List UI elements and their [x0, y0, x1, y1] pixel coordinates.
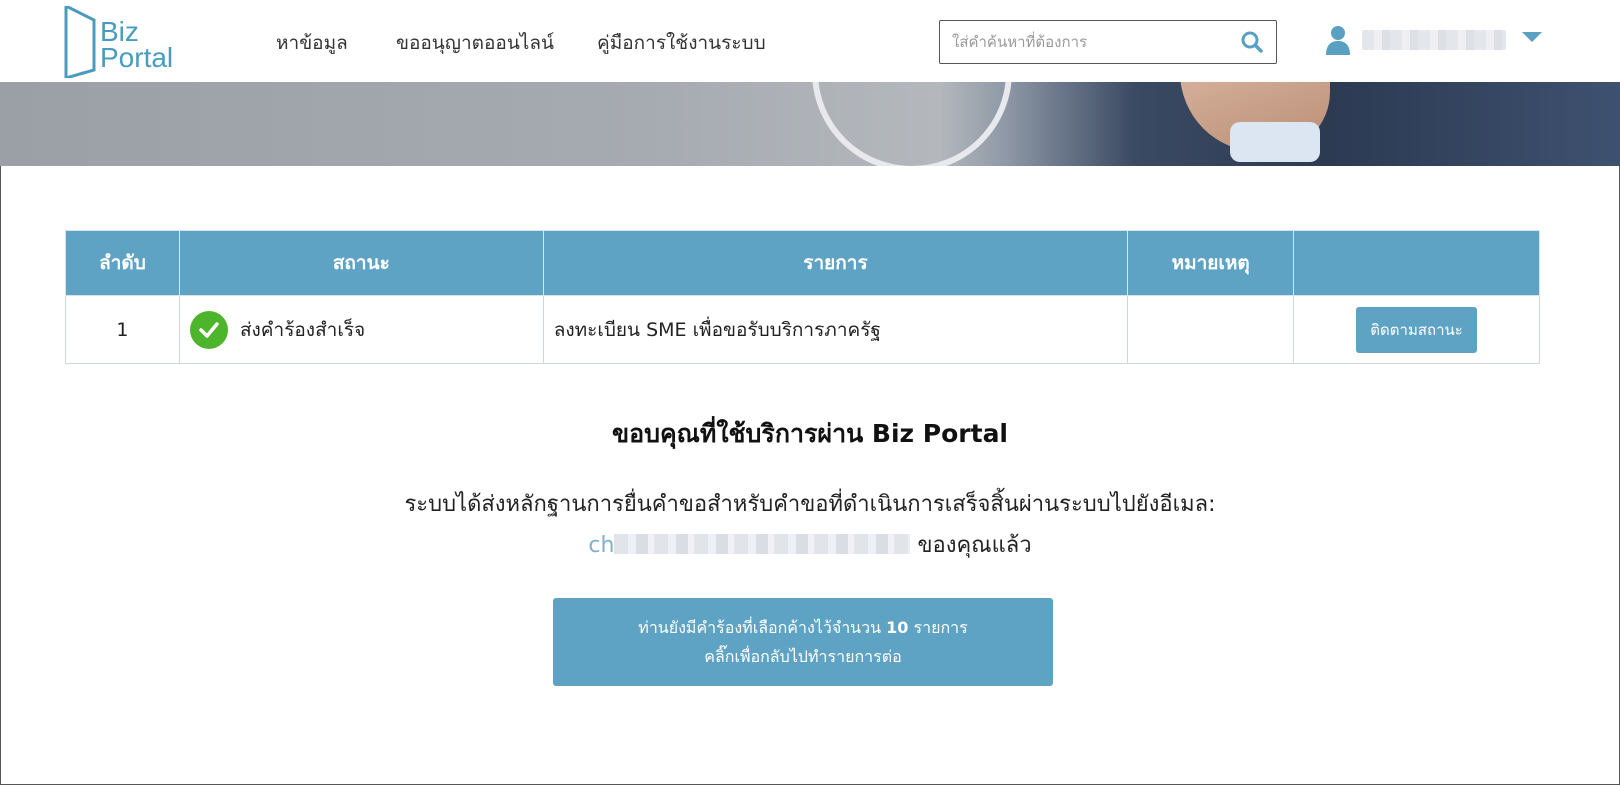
confirmation-message: ระบบได้ส่งหลักฐานการยื่นคำขอสำหรับคำขอที… [404, 492, 1216, 517]
row-note [1127, 295, 1295, 364]
top-header: Biz Portal หาข้อมูล ขออนุญาตออนไลน์ คู่ม… [0, 0, 1620, 82]
pending-line-1: ท่านยังมีคำร้องที่เลือกค้างไว้จำนวน 10 ร… [553, 613, 1053, 642]
banner-cuff-graphic [1230, 122, 1320, 162]
track-status-button[interactable]: ติดตามสถานะ [1356, 306, 1477, 353]
search-icon[interactable] [1240, 30, 1264, 54]
confirmation-email-line: ch ของคุณแล้ว [0, 527, 1620, 562]
email-suffix: ของคุณแล้ว [917, 533, 1032, 558]
logo-text-portal: Portal [100, 42, 174, 73]
search-input[interactable] [952, 29, 1232, 55]
pending-suffix: รายการ [913, 618, 968, 637]
request-status-table: ลำดับ สถานะ รายการ หมายเหตุ 1 ส่งคำร้องส… [65, 230, 1540, 364]
banner-ring-graphic [812, 82, 1012, 166]
thank-you-title: ขอบคุณที่ใช้บริการผ่าน Biz Portal [611, 419, 1009, 448]
col-header-status: สถานะ [178, 230, 544, 296]
hero-banner [0, 82, 1620, 166]
nav-find-info[interactable]: หาข้อมูล [276, 28, 348, 58]
col-header-item: รายการ [542, 230, 1129, 296]
row-status-cell: ส่งคำร้องสำเร็จ [178, 295, 544, 364]
pending-requests-button[interactable]: ท่านยังมีคำร้องที่เลือกค้างไว้จำนวน 10 ร… [553, 598, 1053, 686]
search-box [939, 20, 1277, 64]
row-action-cell: ติดตามสถานะ [1293, 295, 1540, 364]
nav-user-manual[interactable]: คู่มือการใช้งานระบบ [597, 28, 766, 58]
row-index: 1 [65, 295, 180, 364]
email-prefix: ch [588, 533, 615, 558]
col-header-index: ลำดับ [65, 230, 180, 296]
row-item: ลงทะเบียน SME เพื่อขอรับบริการภาครัฐ [542, 295, 1129, 364]
check-circle-icon [189, 310, 228, 349]
pending-count: 10 [886, 618, 909, 637]
user-name-redacted[interactable] [1362, 30, 1506, 50]
pending-line-2: คลิ๊กเพื่อกลับไปทำรายการต่อ [704, 647, 902, 666]
caret-down-icon[interactable] [1522, 32, 1542, 42]
table-header-row: ลำดับ สถานะ รายการ หมายเหตุ [65, 230, 1540, 296]
user-icon[interactable] [1325, 25, 1351, 55]
row-status-text: ส่งคำร้องสำเร็จ [239, 318, 366, 341]
email-redacted [614, 534, 911, 554]
table-row: 1 ส่งคำร้องสำเร็จ ลงทะเบียน SME เพื่อขอร… [65, 295, 1540, 364]
col-header-action [1293, 230, 1540, 296]
door-logo-icon [64, 6, 96, 78]
biz-portal-logo[interactable]: Biz Portal [64, 6, 184, 78]
pending-prefix: ท่านยังมีคำร้องที่เลือกค้างไว้จำนวน [638, 618, 882, 637]
nav-online-permit[interactable]: ขออนุญาตออนไลน์ [396, 28, 554, 58]
col-header-note: หมายเหตุ [1127, 230, 1295, 296]
